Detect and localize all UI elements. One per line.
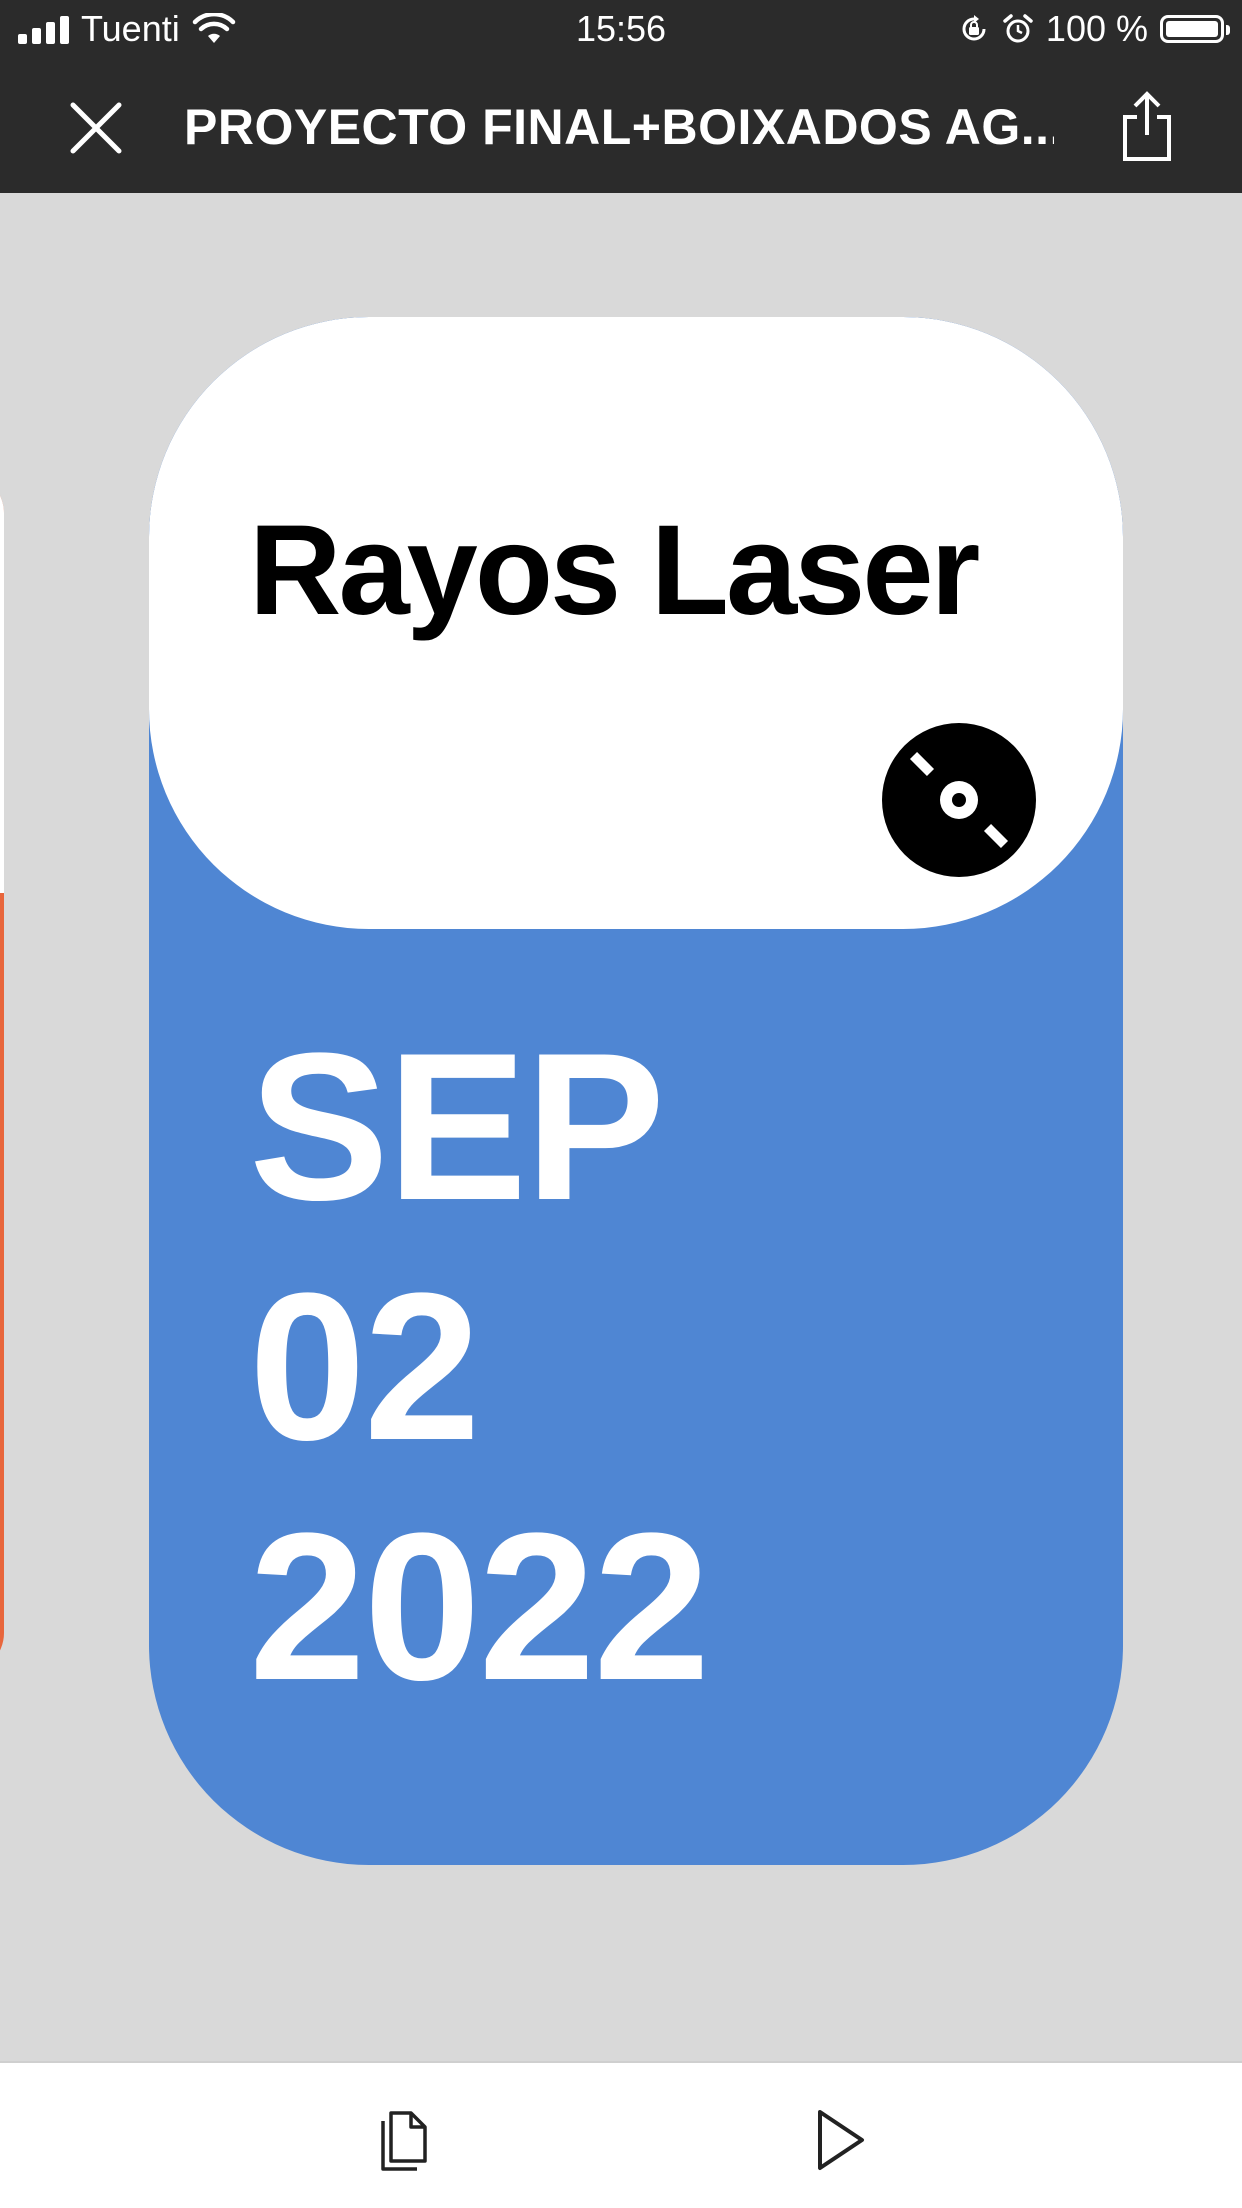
status-bar: Tuenti 15:56 100 % <box>0 0 1242 62</box>
battery-fill <box>1166 21 1218 37</box>
event-day: 02 <box>249 1249 481 1484</box>
event-card: Rayos Laser SEP 02 2022 <box>149 317 1123 1865</box>
pages-icon <box>381 2111 427 2171</box>
share-button[interactable] <box>1110 84 1184 170</box>
event-card-header: Rayos Laser <box>149 317 1123 929</box>
share-icon <box>1123 91 1171 161</box>
document-header: PROYECTO FINAL+BOIXADOS AG... <box>0 62 1242 193</box>
bottom-toolbar <box>0 2061 1242 2208</box>
close-icon <box>70 102 122 154</box>
battery-percent-label: 100 % <box>1045 8 1148 49</box>
alarm-icon <box>1003 14 1033 43</box>
orientation-lock-icon <box>962 15 986 41</box>
vinyl-record-icon <box>882 723 1036 877</box>
close-button[interactable] <box>60 92 132 164</box>
event-name: Rayos Laser <box>249 499 980 642</box>
status-right: 100 % <box>958 8 1230 50</box>
battery-icon <box>1160 15 1230 43</box>
play-icon <box>818 2110 864 2170</box>
pages-button[interactable] <box>370 2103 436 2177</box>
top-bar: Tuenti 15:56 100 % PROYECTO FINAL+BOIXAD… <box>0 0 1242 193</box>
play-button[interactable] <box>810 2103 870 2177</box>
previous-slide-header-edge <box>0 473 4 893</box>
event-year: 2022 <box>249 1489 710 1724</box>
slide-viewer[interactable]: Rayos Laser SEP 02 2022 <box>0 193 1242 2061</box>
document-title: PROYECTO FINAL+BOIXADOS AG... <box>184 99 1054 155</box>
event-month: SEP <box>249 1009 665 1244</box>
